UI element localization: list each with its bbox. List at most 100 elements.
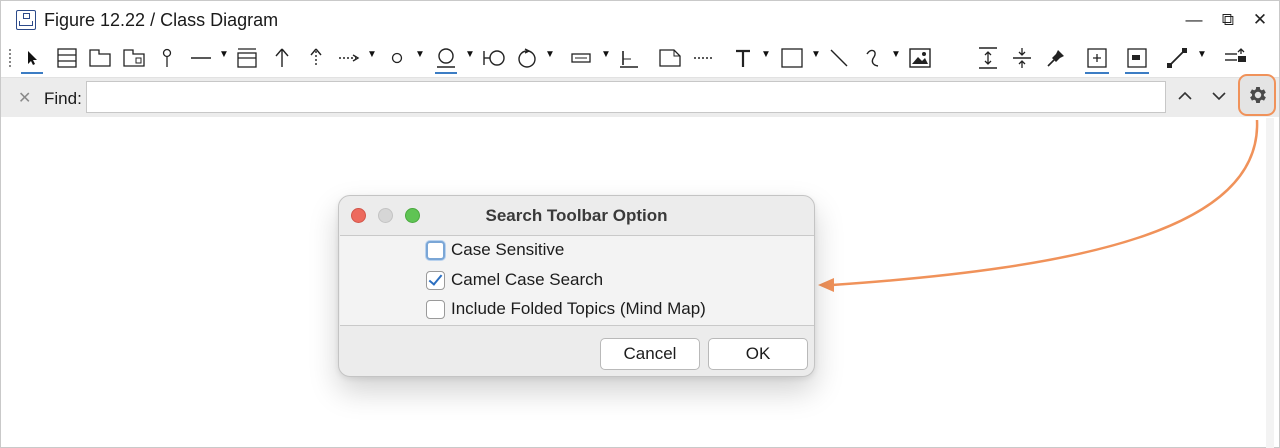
title-bar: Figure 12.22 / Class Diagram — ⧉ ✕ — [1, 1, 1279, 39]
subsystem-tool-button[interactable] — [121, 45, 147, 71]
text-icon — [736, 49, 750, 67]
chevron-down-icon[interactable] — [1208, 86, 1230, 108]
connector-dropdown[interactable]: ▼ — [1197, 49, 1207, 60]
restore-button[interactable]: ⧉ — [1215, 7, 1241, 33]
port-dropdown[interactable]: ▼ — [415, 49, 425, 60]
anchor-icon — [620, 51, 638, 68]
case-sensitive-checkbox[interactable] — [426, 240, 445, 260]
window-title: Figure 12.22 / Class Diagram — [44, 10, 279, 30]
find-label: Find: — [44, 89, 82, 108]
toolbar-grip[interactable] — [9, 49, 12, 67]
chevron-up-icon[interactable] — [1174, 86, 1196, 108]
group-icon — [1127, 48, 1147, 68]
control-icon — [518, 48, 536, 68]
select-tool-button[interactable] — [19, 45, 45, 74]
collapse-vertical-icon — [1013, 48, 1031, 68]
dashed-arrow-right-icon — [339, 54, 360, 62]
vertical-scrollbar[interactable] — [1266, 118, 1274, 448]
class-icon — [57, 48, 77, 68]
cancel-button[interactable]: Cancel — [600, 338, 700, 370]
freehand-tool-button[interactable] — [861, 45, 885, 71]
arrow-up-icon — [275, 48, 289, 67]
class-tool-button[interactable] — [55, 45, 79, 71]
freehand-icon — [866, 49, 879, 67]
note-anchor-tool-button[interactable] — [691, 45, 717, 71]
connector-style-tool-button[interactable] — [1163, 45, 1191, 71]
dialog-options: Case Sensitive Camel Case Search Include… — [340, 235, 814, 326]
group-tool-button[interactable] — [1123, 45, 1151, 74]
add-box-icon — [1087, 48, 1107, 68]
text-tool-button[interactable] — [731, 45, 755, 71]
generalization-tool-button[interactable] — [271, 45, 293, 71]
active-indicator-2 — [1085, 72, 1109, 74]
text-dropdown[interactable]: ▼ — [761, 49, 771, 60]
connector-icon — [1167, 48, 1187, 68]
option-case-sensitive[interactable]: Case Sensitive — [426, 238, 564, 262]
rectangle-tool-button[interactable] — [779, 45, 805, 71]
control-tool-button[interactable] — [515, 45, 539, 71]
subsystem-icon — [123, 49, 145, 67]
gear-icon — [1250, 87, 1266, 103]
dashed-arrow-up-icon — [310, 48, 322, 67]
dependency-tool-button[interactable] — [337, 45, 361, 71]
port-tool-button[interactable] — [387, 45, 407, 71]
package-tool-button[interactable] — [87, 45, 113, 71]
dependency-dropdown[interactable]: ▼ — [367, 49, 377, 60]
active-indicator-3 — [1125, 72, 1149, 74]
distribute-tool-button[interactable] — [1009, 45, 1035, 71]
box-icon — [571, 53, 591, 63]
expand-vertical-icon — [979, 47, 997, 69]
line-tool-button[interactable] — [827, 45, 851, 71]
include-folded-checkbox[interactable] — [426, 299, 445, 319]
image-icon — [909, 48, 931, 68]
interface-tool-button[interactable] — [235, 45, 259, 71]
close-button[interactable]: ✕ — [1247, 7, 1273, 33]
search-options-button[interactable] — [1238, 74, 1276, 116]
camel-case-label: Camel Case Search — [451, 270, 604, 289]
close-icon[interactable]: ✕ — [18, 88, 31, 108]
layer-tool-button[interactable] — [1221, 45, 1249, 71]
dialog-title-bar: Search Toolbar Option — [339, 196, 814, 234]
diagram-toolbar: ▼ ▼ ▼ ▼ ▼ ▼ ▼ ▼ ▼ ▼ — [1, 39, 1279, 77]
case-sensitive-label: Case Sensitive — [451, 240, 565, 259]
box-dropdown[interactable]: ▼ — [601, 49, 611, 60]
boundary-icon — [483, 50, 505, 66]
search-toolbar-option-dialog: Search Toolbar Option Case Sensitive Cam… — [338, 195, 815, 377]
note-tool-button[interactable] — [657, 45, 683, 71]
containment-box-tool-button[interactable] — [569, 45, 593, 71]
realization-tool-button[interactable] — [305, 45, 327, 71]
anchor-tool-button[interactable] — [617, 45, 641, 71]
association-dropdown[interactable]: ▼ — [219, 49, 229, 60]
association-tool-button[interactable] — [189, 45, 213, 71]
ok-button[interactable]: OK — [708, 338, 808, 370]
actor-dropdown[interactable]: ▼ — [465, 49, 475, 60]
actor-tool-button[interactable] — [433, 45, 459, 74]
control-dropdown[interactable]: ▼ — [545, 49, 555, 60]
containment-tool-button[interactable] — [157, 45, 177, 71]
freehand-dropdown[interactable]: ▼ — [891, 49, 901, 60]
shape-dropdown[interactable]: ▼ — [811, 49, 821, 60]
entity-icon — [437, 48, 455, 68]
image-tool-button[interactable] — [907, 45, 933, 71]
association-line-icon — [191, 57, 211, 59]
dotted-line-icon — [694, 57, 714, 59]
dialog-title: Search Toolbar Option — [485, 206, 668, 225]
circle-icon — [391, 52, 403, 64]
align-tool-button[interactable] — [975, 45, 1001, 71]
pin-icon — [1047, 50, 1064, 67]
diagonal-line-icon — [830, 49, 848, 67]
option-camel-case[interactable]: Camel Case Search — [426, 268, 603, 292]
auto-fit-tool-button[interactable] — [1083, 45, 1111, 74]
rectangle-icon — [781, 48, 803, 68]
layer-order-icon — [1225, 48, 1246, 62]
boundary-tool-button[interactable] — [481, 45, 507, 71]
pin-tool-button[interactable] — [1043, 45, 1069, 71]
pointer-icon — [28, 51, 37, 65]
option-include-folded[interactable]: Include Folded Topics (Mind Map) — [426, 297, 706, 321]
containment-icon — [162, 48, 172, 67]
find-bar: ✕ Find: — [1, 74, 1279, 117]
selected-indicator — [21, 72, 43, 74]
minimize-button[interactable]: — — [1181, 7, 1207, 33]
camel-case-checkbox[interactable] — [426, 270, 445, 290]
find-input[interactable] — [86, 81, 1166, 113]
